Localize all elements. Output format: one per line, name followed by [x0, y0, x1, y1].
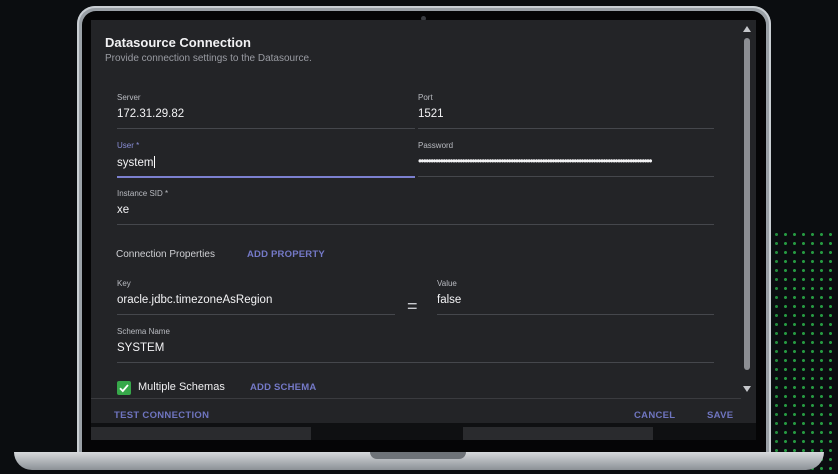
- port-underline: [418, 128, 714, 129]
- equals-icon: =: [407, 296, 418, 316]
- user-input[interactable]: system: [117, 156, 415, 172]
- property-key-underline: [117, 314, 395, 315]
- user-label: User *: [117, 141, 140, 150]
- schema-name-field[interactable]: Schema Name SYSTEM: [117, 327, 714, 363]
- user-field[interactable]: User * system: [117, 141, 415, 178]
- screen-bottom-bar: [91, 423, 756, 440]
- port-field[interactable]: Port 1521: [418, 93, 714, 129]
- property-value-input[interactable]: false: [437, 294, 714, 310]
- user-underline-focused: [117, 176, 415, 178]
- property-value-underline: [437, 314, 714, 315]
- schema-name-input[interactable]: SYSTEM: [117, 342, 714, 358]
- add-property-button[interactable]: ADD PROPERTY: [247, 249, 325, 260]
- datasource-connection-dialog: Datasource Connection Provide connection…: [91, 20, 756, 440]
- instance-sid-field[interactable]: Instance SID * xe: [117, 189, 714, 225]
- screen-bottom-segment: [91, 427, 311, 440]
- server-input[interactable]: 172.31.29.82: [117, 108, 415, 124]
- laptop-base-notch: [370, 452, 466, 459]
- schema-name-label: Schema Name: [117, 327, 170, 336]
- dialog-subtitle: Provide connection settings to the Datas…: [105, 53, 312, 64]
- multiple-schemas-checkbox[interactable]: [117, 381, 131, 395]
- password-underline: [418, 176, 714, 177]
- password-label: Password: [418, 141, 454, 150]
- text-caret: [154, 156, 156, 168]
- property-key-field[interactable]: Key oracle.jdbc.timezoneAsRegion: [117, 279, 395, 315]
- add-schema-button[interactable]: ADD SCHEMA: [250, 382, 316, 393]
- server-underline: [117, 128, 415, 129]
- scroll-down-arrow-icon[interactable]: [743, 386, 751, 392]
- cancel-button[interactable]: CANCEL: [634, 410, 675, 421]
- port-input[interactable]: 1521: [418, 108, 714, 124]
- property-key-label: Key: [117, 279, 131, 288]
- property-value-field[interactable]: Value false: [437, 279, 714, 315]
- scrollbar-thumb[interactable]: [744, 38, 750, 370]
- server-label: Server: [117, 93, 141, 102]
- schema-name-underline: [117, 362, 714, 363]
- server-field[interactable]: Server 172.31.29.82: [117, 93, 415, 129]
- property-value-label: Value: [437, 279, 457, 288]
- instance-sid-input[interactable]: xe: [117, 204, 714, 220]
- instance-sid-underline: [117, 224, 714, 225]
- connection-properties-label: Connection Properties: [116, 249, 215, 260]
- vertical-scrollbar[interactable]: [741, 24, 753, 396]
- multiple-schemas-label: Multiple Schemas: [138, 381, 225, 393]
- user-input-value: system: [117, 157, 154, 169]
- scroll-up-arrow-icon[interactable]: [743, 26, 751, 32]
- footer-divider: [91, 398, 741, 399]
- save-button[interactable]: SAVE: [707, 410, 733, 421]
- password-field[interactable]: Password •••••••••••••••••••••••••••••••…: [418, 141, 714, 177]
- property-key-input[interactable]: oracle.jdbc.timezoneAsRegion: [117, 294, 395, 310]
- instance-sid-label: Instance SID *: [117, 189, 169, 198]
- test-connection-button[interactable]: TEST CONNECTION: [114, 410, 209, 421]
- port-label: Port: [418, 93, 433, 102]
- dialog-title: Datasource Connection: [105, 35, 251, 50]
- check-icon: [119, 384, 129, 393]
- password-input[interactable]: ••••••••••••••••••••••••••••••••••••••••…: [418, 156, 714, 172]
- screen-bottom-segment: [463, 427, 653, 440]
